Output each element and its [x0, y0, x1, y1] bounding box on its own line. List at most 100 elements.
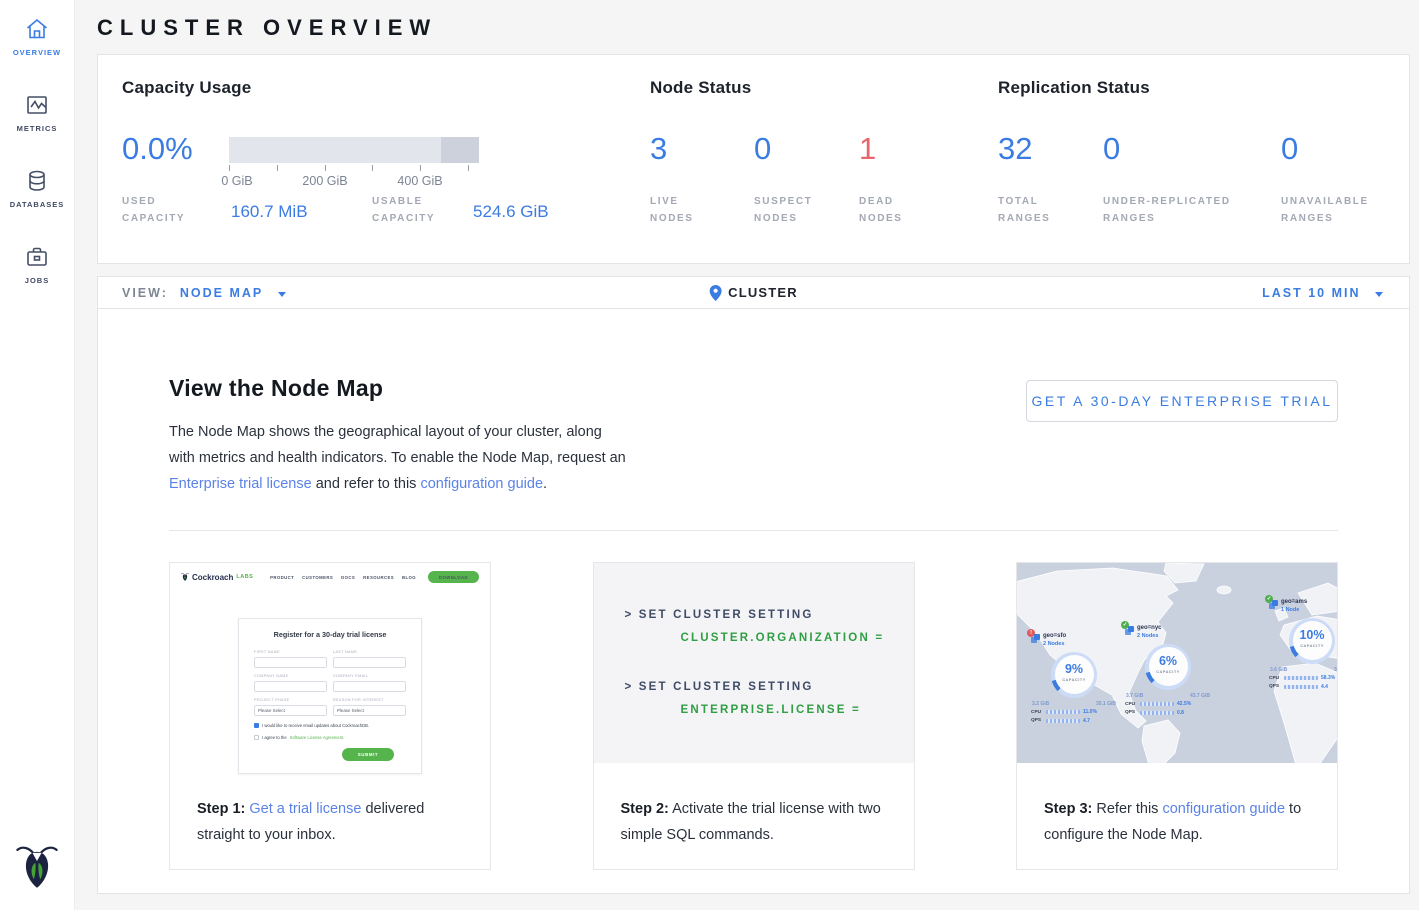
mini-site-nav: Cockroach LABS PRODUCT CUSTOMERS DOCS RE…	[170, 563, 490, 591]
cpu-value: 58.3%	[1321, 675, 1335, 681]
mini-checkbox-row: I would like to receive email updates ab…	[254, 723, 406, 728]
sidebar-item-label: DATABASES	[10, 200, 65, 209]
capacity-gauge: 6% CAPACITY	[1145, 644, 1191, 690]
capacity-used-percent: 0.0%	[122, 131, 193, 167]
mini-submit-button: SUBMIT	[342, 748, 394, 761]
mini-field-label: REASON FOR INTEREST	[333, 698, 406, 702]
time-range-value: LAST 10 MIN	[1262, 286, 1360, 300]
total-ranges-value: 32	[998, 131, 1032, 167]
cpu-label: CPU	[1269, 676, 1281, 681]
locality-node-count: 1 Node	[1281, 607, 1307, 613]
cpu-bar	[1284, 676, 1318, 680]
under-replicated-ranges-value: 0	[1103, 131, 1120, 167]
gauge-used: 3.7 GiB	[1126, 693, 1143, 699]
step-label: Step 1:	[197, 801, 245, 817]
dead-nodes-value: 1	[859, 131, 876, 167]
sidebar-item-metrics[interactable]: METRICS	[17, 92, 58, 133]
mini-checkbox-row: I agree to the Software License Agreemen…	[254, 735, 406, 740]
qps-label: QPS	[1269, 684, 1281, 689]
app-window: OVERVIEW METRICS DATABASES JOBS	[0, 0, 1419, 910]
live-nodes-value: 3	[650, 131, 667, 167]
used-capacity-value: 160.7 MiB	[231, 202, 308, 222]
mini-field-label: PROJECT PHASE	[254, 698, 327, 702]
chart-icon	[24, 92, 50, 118]
time-range-selector[interactable]: LAST 10 MIN	[1262, 286, 1383, 300]
suspect-nodes-value: 0	[754, 131, 771, 167]
briefcase-icon	[24, 244, 50, 270]
sql-setting: ENTERPRISE.LICENSE =	[681, 704, 914, 716]
suspect-nodes-label: SUSPECT NODES	[754, 193, 824, 227]
mini-select: Please Select	[254, 705, 327, 716]
capacity-gauge: 10% CAPACITY	[1289, 618, 1335, 664]
replication-status-title: Replication Status	[998, 78, 1150, 98]
sidebar-item-jobs[interactable]: JOBS	[24, 244, 50, 285]
used-capacity-label: USED CAPACITY	[122, 193, 196, 227]
node-locality-nyc: ✓ geo=nyc 2 Nodes 6% CAPACITY	[1125, 625, 1211, 716]
step-label: Step 3:	[1044, 801, 1092, 817]
capacity-bar	[229, 137, 479, 163]
mini-checkbox-label: I agree to the	[262, 735, 287, 740]
qps-value: 4.7	[1083, 718, 1090, 724]
main-content: CLUSTER OVERVIEW Capacity Usage 0.0% 0 G…	[75, 0, 1419, 910]
mini-download-button: DOWNLOAD	[428, 571, 479, 583]
mini-input	[254, 681, 327, 692]
mini-input	[254, 657, 327, 668]
mini-nav-link: BLOG	[402, 575, 416, 580]
total-ranges-label: TOTAL RANGES	[998, 193, 1058, 227]
mini-field-label: COMPANY NAME	[254, 674, 327, 678]
dead-nodes-label: DEAD NODES	[859, 193, 914, 227]
sidebar-item-label: JOBS	[25, 276, 49, 285]
locality-name: geo=sfo	[1043, 633, 1066, 639]
gauge-percent: 6%	[1145, 654, 1191, 668]
mini-select: Please Select	[333, 705, 406, 716]
description-text: and refer to this	[316, 476, 417, 492]
step-1-caption: Step 1: Get a trial license delivered st…	[170, 763, 490, 848]
enterprise-trial-button[interactable]: GET A 30-DAY ENTERPRISE TRIAL	[1026, 380, 1338, 422]
gauge-label: CAPACITY	[1051, 677, 1097, 682]
sql-prompt: > SET CLUSTER SETTING	[625, 609, 914, 621]
node-map-description: The Node Map shows the geographical layo…	[169, 419, 631, 497]
sidebar-item-overview[interactable]: OVERVIEW	[13, 16, 61, 57]
home-icon	[24, 16, 50, 42]
axis-tick-label: 200 GiB	[302, 174, 347, 188]
step-label: Step 2:	[621, 801, 669, 817]
usable-capacity-value: 524.6 GiB	[473, 202, 549, 222]
logo-text: LABS	[236, 574, 253, 580]
cpu-bar	[1046, 710, 1080, 714]
sql-setting: CLUSTER.ORGANIZATION =	[681, 632, 914, 644]
breadcrumb: CLUSTER	[709, 285, 798, 301]
mini-nav-link: RESOURCES	[363, 575, 394, 580]
gauge-total: 43.7 GiB	[1190, 693, 1210, 699]
sidebar-item-databases[interactable]: DATABASES	[10, 168, 65, 209]
gauge-total: 36.6 GiB	[1334, 667, 1337, 673]
node-status-title: Node Status	[650, 78, 751, 98]
node-map-thumbnail: ! geo=sfo 2 Nodes 9% CAPACITY	[1017, 563, 1337, 763]
enterprise-trial-license-link[interactable]: Enterprise trial license	[169, 476, 312, 492]
capacity-bar-chart: 0 GiB 200 GiB 400 GiB	[229, 137, 479, 187]
locality-node-count: 2 Nodes	[1043, 641, 1066, 647]
qps-label: QPS	[1125, 710, 1137, 715]
mini-form-title: Register for a 30-day trial license	[254, 630, 406, 639]
description-text: The Node Map shows the geographical layo…	[169, 424, 626, 466]
trial-registration-form: Register for a 30-day trial license FIRS…	[238, 618, 422, 774]
cockroachdb-bug-icon[interactable]	[16, 844, 58, 896]
sidebar: OVERVIEW METRICS DATABASES JOBS	[0, 0, 75, 910]
mini-input	[333, 681, 406, 692]
gauge-label: CAPACITY	[1145, 669, 1191, 674]
cpu-bar	[1140, 702, 1174, 706]
breadcrumb-cluster[interactable]: CLUSTER	[728, 285, 798, 300]
mini-nav-link: DOCS	[341, 575, 355, 580]
gauge-percent: 10%	[1289, 628, 1335, 642]
sidebar-item-label: METRICS	[17, 124, 58, 133]
section-divider	[169, 530, 1338, 531]
unavailable-ranges-value: 0	[1281, 131, 1298, 167]
step-2-card: > SET CLUSTER SETTING CLUSTER.ORGANIZATI…	[593, 562, 915, 870]
map-pin-icon	[709, 285, 721, 301]
sql-code-block: > SET CLUSTER SETTING CLUSTER.ORGANIZATI…	[594, 563, 914, 763]
view-selector[interactable]: NODE MAP	[180, 286, 286, 300]
get-trial-license-link[interactable]: Get a trial license	[249, 801, 361, 817]
mini-site-links: PRODUCT CUSTOMERS DOCS RESOURCES BLOG DO…	[270, 571, 479, 583]
configuration-guide-link[interactable]: configuration guide	[1162, 801, 1285, 817]
configuration-guide-link[interactable]: configuration guide	[420, 476, 543, 492]
cockroach-labs-logo: Cockroach LABS	[181, 572, 253, 582]
